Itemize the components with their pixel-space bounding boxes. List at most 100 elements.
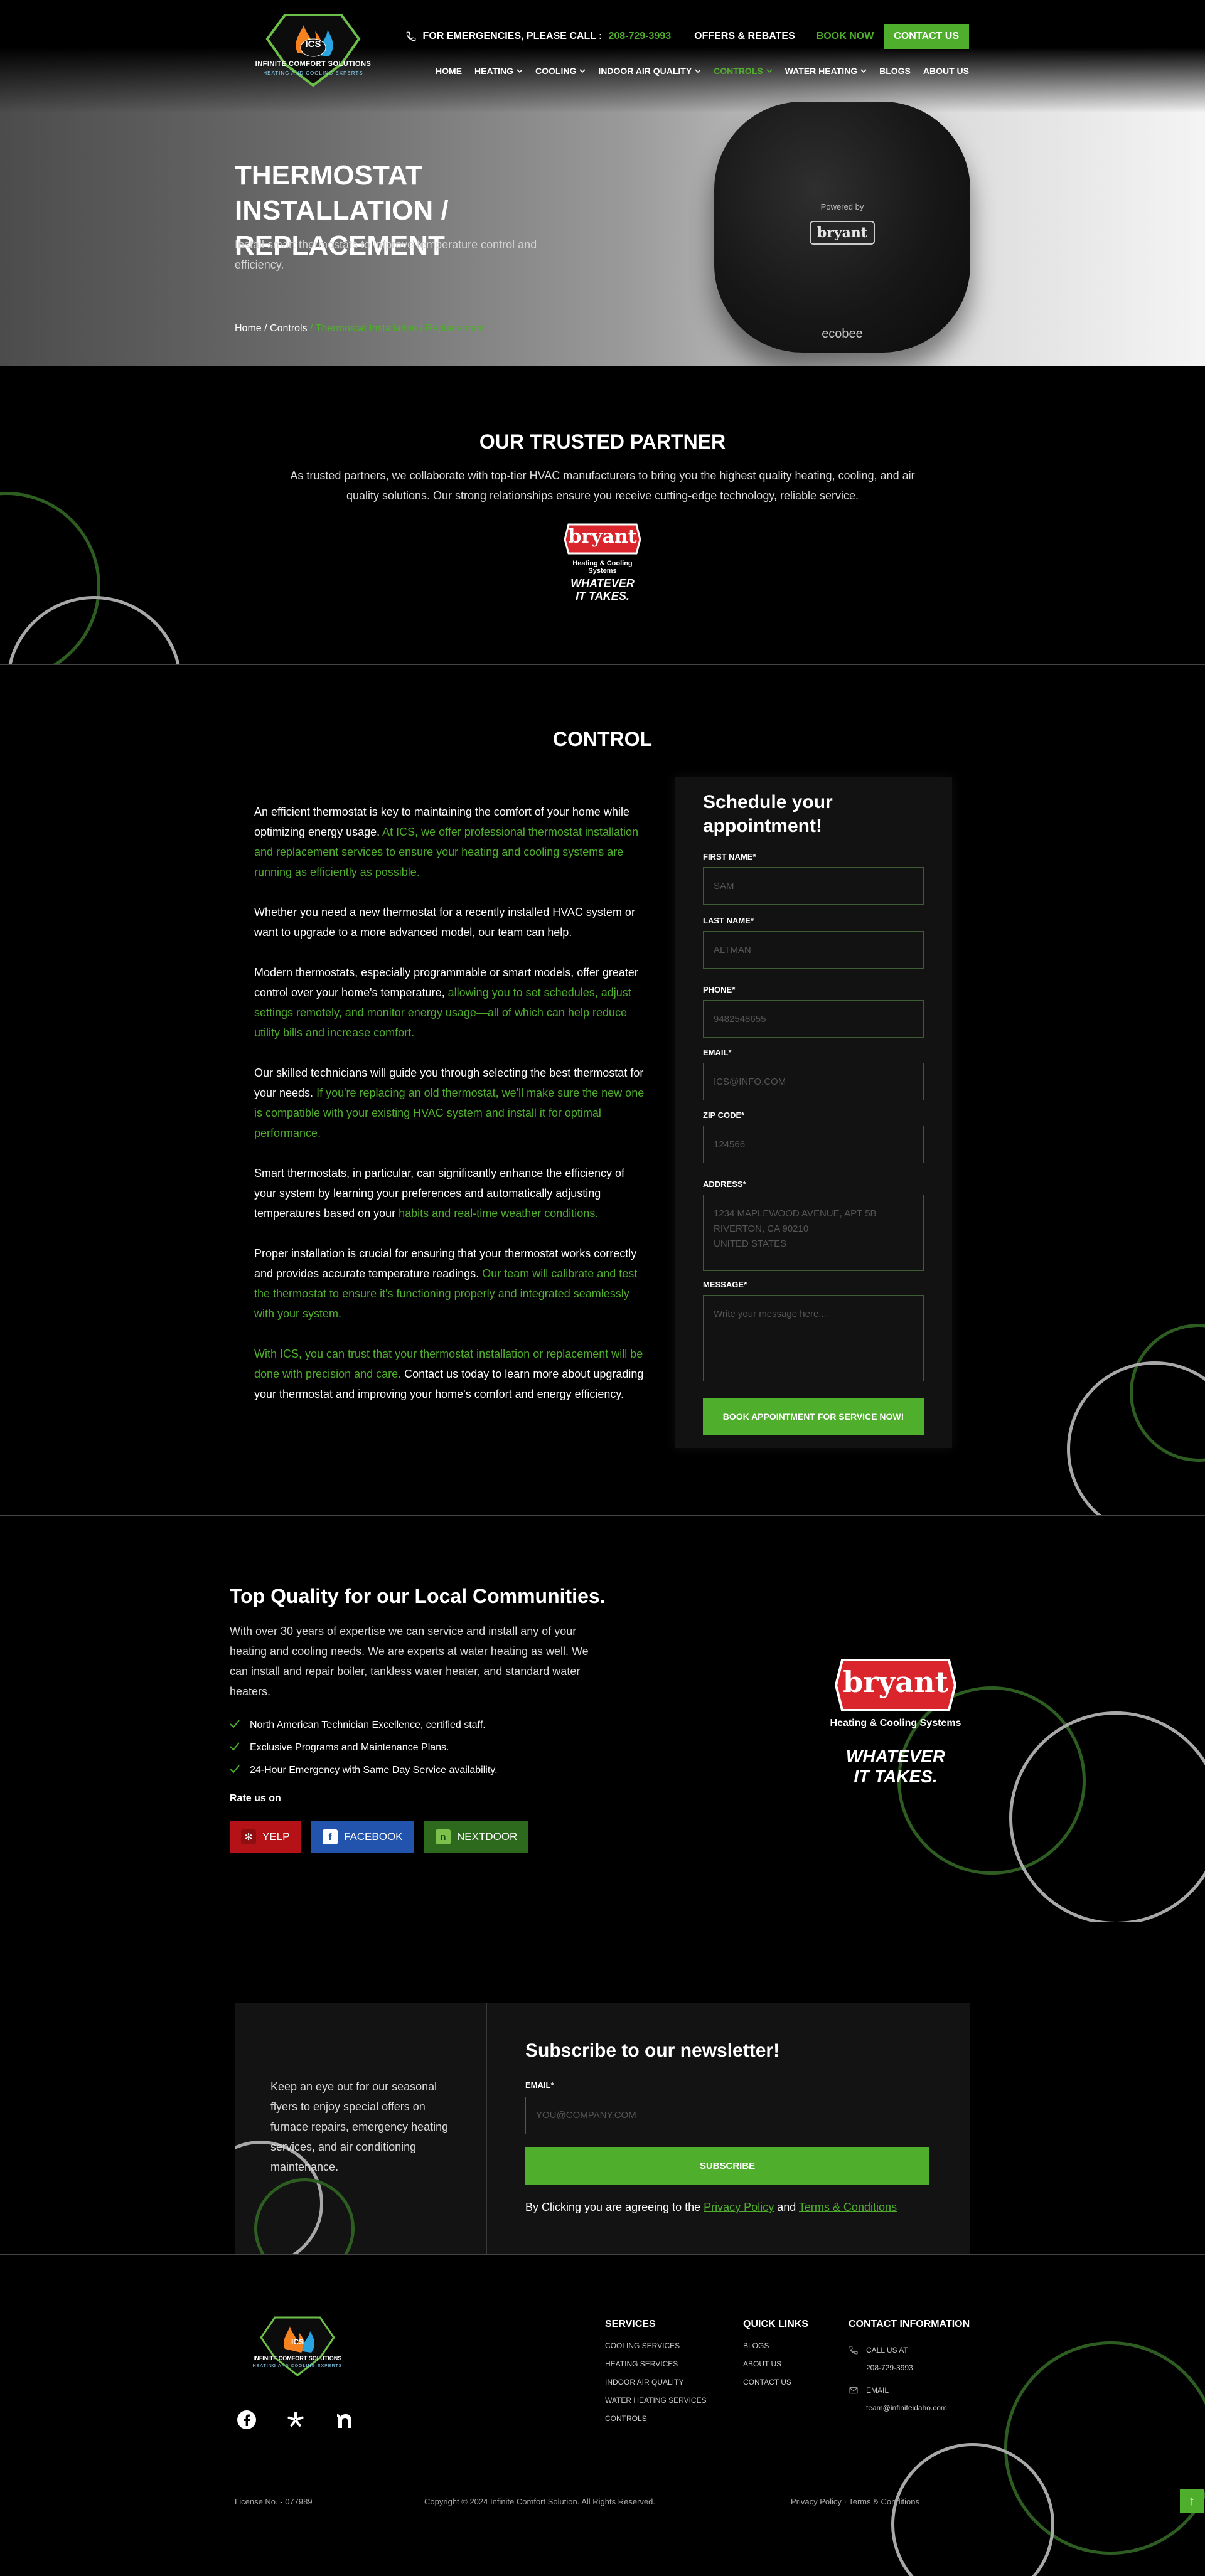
control-paragraph: Modern thermostats, especially programma…: [254, 962, 646, 1043]
first-name-input[interactable]: SAM: [703, 867, 924, 905]
phone-input[interactable]: 9482548655: [703, 1000, 924, 1038]
newsletter-agreement: By Clicking you are agreeing to the Priv…: [525, 2201, 897, 2214]
footer-logo-initials: ICS: [291, 2338, 304, 2346]
chevron-down-icon: [766, 68, 773, 74]
footer-policies: Privacy Policy · Terms & Conditions: [791, 2497, 919, 2506]
nextdoor-button[interactable]: n NEXTDOOR: [424, 1821, 529, 1853]
address-input[interactable]: 1234 MAPLEWOOD AVENUE, APT 5B RIVERTON, …: [703, 1195, 924, 1271]
footer-logo-name: INFINITE COMFORT SOLUTIONS: [253, 2355, 342, 2361]
bryant-line: Heating & Cooling Systems: [830, 1718, 961, 1728]
nav-item-water-heating[interactable]: WATER HEATING: [785, 66, 867, 76]
yelp-button[interactable]: ✻ YELP: [230, 1821, 301, 1853]
page-subtitle: Install smart thermostats to improve tem…: [235, 238, 537, 271]
email-input[interactable]: ICS@INFO.COM: [703, 1063, 924, 1100]
footer-call-number[interactable]: 208-729-3993: [866, 2359, 913, 2376]
footer-call[interactable]: CALL US AT 208-729-3993: [849, 2341, 970, 2376]
footer-facebook-link[interactable]: [236, 2409, 257, 2430]
feature-text: 24-Hour Emergency with Same Day Service …: [250, 1765, 498, 1775]
footer-email[interactable]: EMAIL team@infiniteidaho.com: [849, 2382, 970, 2417]
ics-logo-icon: [260, 2316, 335, 2376]
nextdoor-label: NEXTDOOR: [457, 1831, 518, 1843]
facebook-label: FACEBOOK: [344, 1831, 403, 1843]
book-appointment-button[interactable]: BOOK APPOINTMENT FOR SERVICE NOW!: [703, 1398, 924, 1435]
footer-logo[interactable]: ICS INFINITE COMFORT SOLUTIONS HEATING A…: [235, 2314, 360, 2383]
nav-item-label: INDOOR AIR QUALITY: [598, 66, 692, 76]
license-number: License No. - 077989: [235, 2497, 313, 2506]
ics-logo-icon: [265, 14, 361, 87]
footer-service-link[interactable]: WATER HEATING SERVICES: [605, 2396, 707, 2414]
quality-section: Top Quality for our Local Communities. W…: [0, 1516, 1205, 1922]
control-paragraph: Whether you need a new thermostat for a …: [254, 902, 646, 942]
terms-link[interactable]: Terms & Conditions: [799, 2201, 897, 2213]
footer-quick-title: QUICK LINKS: [743, 2319, 808, 2329]
breadcrumb: Home / Controls / Thermostat Installatio…: [235, 323, 485, 334]
footer-yelp-link[interactable]: [285, 2409, 306, 2430]
logo-company-name: INFINITE COMFORT SOLUTIONS: [255, 60, 372, 68]
nav-item-cooling[interactable]: COOLING: [535, 66, 586, 76]
footer-email-address[interactable]: team@infiniteidaho.com: [866, 2399, 947, 2417]
breadcrumb-controls[interactable]: Controls: [270, 323, 308, 334]
decorative-ring: [254, 2178, 355, 2254]
decorative-ring: [1004, 2341, 1205, 2555]
footer-quick-link[interactable]: CONTACT US: [743, 2378, 808, 2396]
book-now-link[interactable]: BOOK NOW: [806, 31, 884, 42]
footer-service-link[interactable]: COOLING SERVICES: [605, 2341, 707, 2360]
nav-item-heating[interactable]: HEATING: [474, 66, 523, 76]
footer-quick-link[interactable]: ABOUT US: [743, 2360, 808, 2378]
decorative-ring: [1009, 1711, 1205, 1922]
footer-services: SERVICES COOLING SERVICES HEATING SERVICE…: [605, 2319, 707, 2432]
footer-contact-title: CONTACT INFORMATION: [849, 2319, 970, 2329]
nav-item-label: HEATING: [474, 66, 513, 76]
footer-quick-links: QUICK LINKS BLOGS ABOUT US CONTACT US: [743, 2319, 808, 2396]
chevron-down-icon: [579, 68, 586, 74]
yelp-label: YELP: [262, 1831, 290, 1843]
emergency-call[interactable]: FOR EMERGENCIES, PLEASE CALL : 208-729-3…: [405, 31, 685, 42]
phone-icon: [849, 2346, 858, 2355]
mail-icon: [849, 2387, 858, 2394]
footer-quick-link[interactable]: BLOGS: [743, 2341, 808, 2360]
thermostat-brand: bryant: [810, 221, 875, 245]
bryant-slogan-2: IT TAKES.: [854, 1767, 938, 1786]
emergency-phone[interactable]: 208-729-3993: [609, 31, 672, 42]
footer-terms-link[interactable]: Terms & Conditions: [849, 2497, 919, 2506]
nav-item-indoor-air-quality[interactable]: INDOOR AIR QUALITY: [598, 66, 701, 76]
nav-item-controls[interactable]: CONTROLS: [714, 66, 773, 76]
feature-item: North American Technician Excellence, ce…: [230, 1714, 498, 1737]
last-name-input[interactable]: ALTMAN: [703, 931, 924, 969]
footer-nextdoor-link[interactable]: [335, 2409, 356, 2430]
breadcrumb-home[interactable]: Home: [235, 323, 262, 334]
nav-item-blogs[interactable]: BLOGS: [879, 66, 911, 76]
nav-item-about-us[interactable]: ABOUT US: [923, 66, 969, 76]
check-icon: [230, 1719, 240, 1732]
site-logo[interactable]: ICS INFINITE COMFORT SOLUTIONS HEATING A…: [235, 9, 392, 97]
control-body: An efficient thermostat is key to mainta…: [254, 802, 646, 1424]
facebook-button[interactable]: f FACEBOOK: [311, 1821, 414, 1853]
footer-service-link[interactable]: HEATING SERVICES: [605, 2360, 707, 2378]
scroll-to-top-button[interactable]: ↑: [1180, 2489, 1204, 2513]
control-paragraph: Smart thermostats, in particular, can si…: [254, 1163, 646, 1223]
subscribe-button[interactable]: SUBSCRIBE: [525, 2147, 929, 2185]
quality-description: With over 30 years of expertise we can s…: [230, 1625, 589, 1698]
agreement-text: By Clicking you are agreeing to the: [525, 2201, 704, 2213]
highlighted-text: habits and real-time weather conditions.: [399, 1207, 599, 1220]
privacy-policy-link[interactable]: Privacy Policy: [704, 2201, 774, 2213]
facebook-icon: f: [323, 1829, 338, 1844]
footer-service-link[interactable]: INDOOR AIR QUALITY: [605, 2378, 707, 2396]
yelp-icon: ✻: [241, 1829, 256, 1844]
feature-list: North American Technician Excellence, ce…: [230, 1714, 498, 1782]
newsletter-email-input[interactable]: YOU@COMPANY.COM: [525, 2097, 929, 2134]
nav-item-label: BLOGS: [879, 66, 911, 76]
footer-privacy-link[interactable]: Privacy Policy: [791, 2497, 842, 2506]
zip-input[interactable]: 124566: [703, 1126, 924, 1163]
contact-us-button[interactable]: CONTACT US: [884, 24, 969, 49]
yelp-icon: [287, 2412, 304, 2427]
message-input[interactable]: Write your message here...: [703, 1295, 924, 1381]
footer-service-link[interactable]: CONTROLS: [605, 2414, 707, 2432]
nav-item-label: COOLING: [535, 66, 577, 76]
offers-rebates-link[interactable]: OFFERS & REBATES: [694, 31, 806, 42]
control-paragraph: Proper installation is crucial for ensur…: [254, 1243, 646, 1324]
phone-icon: [406, 31, 415, 41]
breadcrumb-separator: /: [261, 323, 270, 334]
nav-item-home[interactable]: HOME: [436, 66, 462, 76]
logo-tagline: HEATING AND COOLING EXPERTS: [263, 70, 363, 76]
